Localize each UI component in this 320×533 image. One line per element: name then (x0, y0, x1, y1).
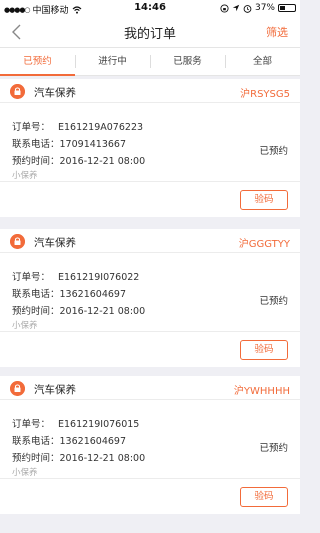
tab-all[interactable]: 全部 (225, 48, 300, 75)
order-card[interactable]: 汽车保养 沪RSYSG5 订单号： E161219A076223 联系电话：170… (0, 79, 300, 217)
order-tabs: 已预约 进行中 已服务 全部 (0, 47, 300, 76)
order-number: E161219I076015 (58, 419, 140, 430)
order-number: E161219A076223 (58, 122, 144, 133)
phone-number: 17091413667 (59, 139, 127, 150)
lock-icon (10, 234, 25, 249)
phone-label: 联系电话： (12, 289, 60, 300)
location-icon (232, 4, 240, 12)
lock-rotation-icon (220, 3, 229, 13)
nav-bar: 我的订单 筛选 (0, 16, 300, 47)
battery-percent: 37% (254, 3, 275, 13)
booking-time: 2016-12-21 08:00 (59, 453, 146, 464)
card-body: 订单号： E161219I076015 联系电话：13621604697 预约时间… (0, 400, 300, 478)
phone-row: 联系电话：13621604697 (12, 286, 126, 300)
alarm-icon (243, 4, 252, 13)
card-footer: 验码 (0, 181, 300, 217)
time-label: 预约时间： (12, 453, 60, 464)
phone-row: 联系电话：13621604697 (12, 433, 126, 447)
lock-icon (10, 84, 25, 99)
time-row: 预约时间：2016-12-21 08:00 (12, 450, 145, 464)
booking-time: 2016-12-21 08:00 (59, 306, 146, 317)
card-body: 订单号： E161219I076022 联系电话：13621604697 预约时间… (0, 253, 300, 331)
battery-fill (280, 6, 285, 10)
order-number-label: 订单号： (12, 419, 51, 430)
tab-serviced[interactable]: 已服务 (150, 48, 225, 75)
order-status: 已预约 (259, 443, 288, 454)
time-row: 预约时间：2016-12-21 08:00 (12, 153, 145, 167)
service-category: 小保养 (12, 171, 38, 181)
phone-number: 13621604697 (59, 289, 127, 300)
card-header: 汽车保养 沪GGGTYY (0, 229, 300, 253)
service-category: 小保养 (12, 468, 38, 478)
order-card[interactable]: 汽车保养 沪YWHHHH 订单号： E161219I076015 联系电话：136… (0, 376, 300, 514)
order-number-row: 订单号： E161219I076022 (12, 269, 139, 283)
phone-label: 联系电话： (12, 436, 60, 447)
lock-icon (10, 381, 25, 396)
card-footer: 验码 (0, 331, 300, 367)
order-number-label: 订单号： (12, 272, 51, 283)
plate-number: 沪GGGTYY (238, 239, 290, 250)
card-header: 汽车保养 沪YWHHHH (0, 376, 300, 400)
service-name: 汽车保养 (34, 384, 76, 396)
card-header: 汽车保养 沪RSYSG5 (0, 79, 300, 103)
card-footer: 验码 (0, 478, 300, 514)
order-number-row: 订单号： E161219I076015 (12, 416, 139, 430)
verify-code-button[interactable]: 验码 (240, 487, 288, 507)
booking-time: 2016-12-21 08:00 (59, 156, 146, 167)
service-name: 汽车保养 (34, 237, 76, 249)
order-number-label: 订单号： (12, 122, 51, 133)
time-label: 预约时间： (12, 156, 60, 167)
phone-label: 联系电话： (12, 139, 60, 150)
page-title: 我的订单 (123, 27, 176, 42)
card-body: 订单号： E161219A076223 联系电话：17091413667 预约时间… (0, 103, 300, 181)
order-card[interactable]: 汽车保养 沪GGGTYY 订单号： E161219I076022 联系电话：136… (0, 229, 300, 367)
service-category: 小保养 (12, 321, 38, 331)
tab-booked[interactable]: 已预约 (0, 48, 75, 76)
verify-code-button[interactable]: 验码 (240, 340, 288, 360)
status-bar: ●●●●○ 中国移动 14:46 37% (0, 0, 300, 16)
plate-number: 沪RSYSG5 (240, 89, 290, 100)
verify-code-button[interactable]: 验码 (240, 190, 288, 210)
tab-in-progress[interactable]: 进行中 (75, 48, 150, 75)
order-status: 已预约 (259, 296, 288, 307)
order-status: 已预约 (259, 146, 288, 157)
order-number: E161219I076022 (58, 272, 140, 283)
time-row: 预约时间：2016-12-21 08:00 (12, 303, 145, 317)
plate-number: 沪YWHHHH (233, 386, 290, 397)
phone-row: 联系电话：17091413667 (12, 136, 126, 150)
filter-button[interactable]: 筛选 (266, 24, 288, 40)
phone-number: 13621604697 (59, 436, 127, 447)
order-number-row: 订单号： E161219A076223 (12, 119, 143, 133)
time-label: 预约时间： (12, 306, 60, 317)
service-name: 汽车保养 (34, 87, 76, 99)
status-right: 37% (220, 3, 296, 13)
battery-icon (278, 4, 296, 12)
